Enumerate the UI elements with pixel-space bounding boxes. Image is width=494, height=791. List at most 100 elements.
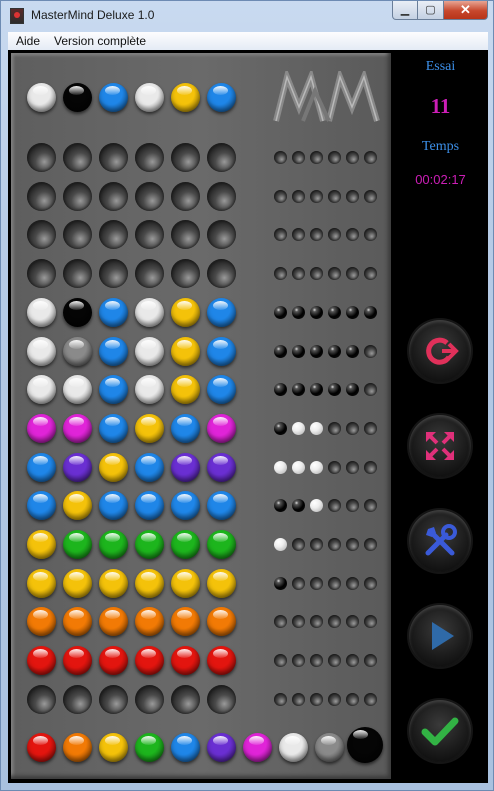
guess-peg[interactable] (63, 530, 92, 559)
guess-peg[interactable] (63, 297, 92, 327)
guess-peg[interactable] (63, 413, 92, 443)
guess-peg[interactable] (27, 491, 56, 521)
guess-peg[interactable] (207, 413, 236, 443)
guess-peg[interactable] (171, 568, 200, 598)
secret-peg[interactable] (207, 83, 236, 112)
palette-color-red[interactable] (27, 733, 56, 762)
guess-peg[interactable] (63, 491, 92, 521)
guess-peg[interactable] (135, 181, 164, 211)
guess-peg[interactable] (171, 220, 200, 250)
guess-peg[interactable] (27, 297, 56, 327)
guess-peg[interactable] (27, 530, 56, 559)
guess-peg[interactable] (27, 220, 56, 250)
guess-peg[interactable] (207, 143, 236, 172)
guess-peg[interactable] (27, 568, 56, 598)
guess-peg[interactable] (63, 259, 92, 289)
guess-peg[interactable] (135, 336, 164, 366)
guess-peg[interactable] (171, 297, 200, 327)
guess-peg[interactable] (171, 143, 200, 172)
guess-peg[interactable] (63, 684, 92, 714)
guess-peg[interactable] (27, 413, 56, 443)
validate-button[interactable] (409, 700, 471, 762)
guess-peg[interactable] (27, 181, 56, 211)
guess-peg[interactable] (207, 181, 236, 211)
palette-color-yellow[interactable] (99, 733, 128, 762)
guess-peg[interactable] (27, 684, 56, 714)
menu-aide[interactable]: Aide (16, 34, 40, 48)
guess-peg[interactable] (63, 452, 92, 482)
guess-peg[interactable] (99, 607, 128, 637)
settings-button[interactable] (409, 510, 471, 572)
guess-peg[interactable] (135, 413, 164, 443)
guess-peg[interactable] (99, 181, 128, 211)
guess-peg[interactable] (99, 413, 128, 443)
guess-peg[interactable] (27, 452, 56, 482)
guess-peg[interactable] (63, 181, 92, 211)
guess-peg[interactable] (135, 568, 164, 598)
secret-peg[interactable] (99, 83, 128, 112)
guess-peg[interactable] (207, 220, 236, 250)
restart-button[interactable] (409, 320, 471, 382)
secret-peg[interactable] (27, 83, 56, 112)
palette-color-blue[interactable] (171, 733, 200, 762)
guess-peg[interactable] (99, 491, 128, 521)
guess-peg[interactable] (27, 607, 56, 637)
guess-peg[interactable] (135, 259, 164, 289)
guess-peg[interactable] (135, 220, 164, 250)
guess-peg[interactable] (207, 491, 236, 521)
secret-peg[interactable] (171, 83, 200, 112)
guess-peg[interactable] (135, 375, 164, 405)
guess-peg[interactable] (207, 336, 236, 366)
guess-peg[interactable] (27, 375, 56, 405)
guess-peg[interactable] (99, 452, 128, 482)
guess-peg[interactable] (63, 220, 92, 250)
guess-peg[interactable] (99, 259, 128, 289)
guess-peg[interactable] (171, 684, 200, 714)
palette-color-magenta[interactable] (243, 733, 272, 762)
guess-peg[interactable] (207, 684, 236, 714)
guess-peg[interactable] (99, 297, 128, 327)
guess-peg[interactable] (171, 452, 200, 482)
guess-peg[interactable] (135, 491, 164, 521)
guess-peg[interactable] (135, 297, 164, 327)
guess-peg[interactable] (171, 530, 200, 559)
guess-peg[interactable] (63, 375, 92, 405)
guess-peg[interactable] (99, 336, 128, 366)
guess-peg[interactable] (171, 607, 200, 637)
guess-peg[interactable] (207, 297, 236, 327)
guess-peg[interactable] (27, 336, 56, 366)
secret-peg[interactable] (135, 83, 164, 112)
secret-peg[interactable] (63, 83, 92, 112)
maximize-button[interactable]: ▢ (418, 1, 444, 20)
expand-button[interactable] (409, 415, 471, 477)
guess-peg[interactable] (171, 646, 200, 676)
guess-peg[interactable] (27, 143, 56, 172)
guess-peg[interactable] (99, 568, 128, 598)
guess-peg[interactable] (99, 220, 128, 250)
guess-peg[interactable] (171, 375, 200, 405)
guess-peg[interactable] (27, 646, 56, 676)
guess-peg[interactable] (207, 646, 236, 676)
guess-peg[interactable] (171, 336, 200, 366)
guess-peg[interactable] (207, 607, 236, 637)
guess-peg[interactable] (135, 607, 164, 637)
palette-color-green[interactable] (135, 733, 164, 762)
guess-peg[interactable] (99, 143, 128, 172)
guess-peg[interactable] (171, 491, 200, 521)
guess-peg[interactable] (99, 375, 128, 405)
guess-peg[interactable] (135, 646, 164, 676)
guess-peg[interactable] (63, 607, 92, 637)
palette-color-black[interactable] (347, 727, 383, 763)
guess-peg[interactable] (207, 375, 236, 405)
guess-peg[interactable] (99, 530, 128, 559)
minimize-button[interactable]: ▁ (392, 1, 418, 20)
guess-peg[interactable] (63, 646, 92, 676)
menu-version-complete[interactable]: Version complète (54, 34, 146, 48)
guess-peg[interactable] (207, 568, 236, 598)
guess-peg[interactable] (171, 259, 200, 289)
guess-peg[interactable] (171, 181, 200, 211)
guess-peg[interactable] (171, 413, 200, 443)
palette-color-purple[interactable] (207, 733, 236, 762)
guess-peg[interactable] (135, 684, 164, 714)
guess-peg[interactable] (207, 259, 236, 289)
